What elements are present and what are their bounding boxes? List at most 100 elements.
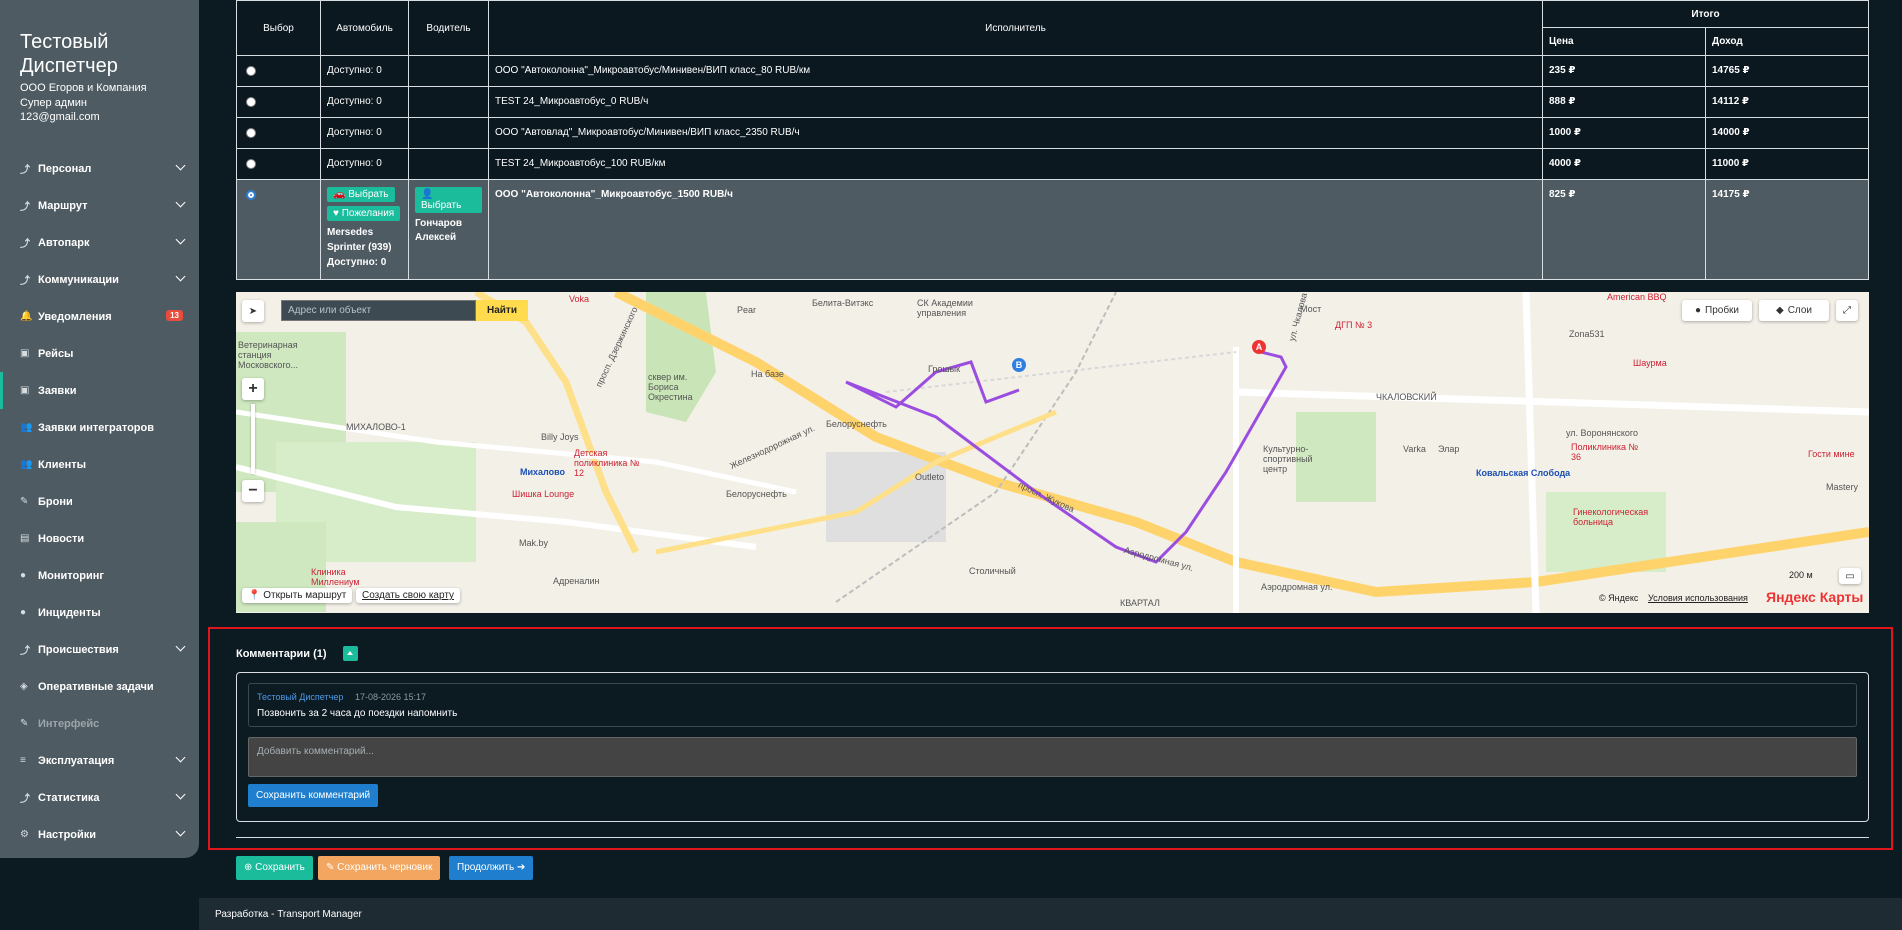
sidebar-item[interactable]: ⤴ Автопарк (0, 224, 199, 261)
sidebar-item[interactable]: ⤴ Маршрут (0, 187, 199, 224)
sidebar-item-label: Рейсы (38, 347, 74, 360)
map-copyright: © Яндекс (1599, 593, 1639, 603)
save-comment-button[interactable]: Сохранить комментарий (248, 784, 379, 807)
car-cell: 🚗 Выбрать ♥ Пожелания Mersedes Sprinter … (320, 179, 409, 280)
ruler-icon[interactable]: ▭ (1839, 568, 1861, 584)
zoom-slider[interactable] (251, 404, 255, 474)
sidebar-item[interactable]: 👥 Клиенты (0, 446, 199, 483)
layers-button[interactable]: ◆ Слои (1759, 300, 1829, 321)
table-row-selected[interactable]: 🚗 Выбрать ♥ Пожелания Mersedes Sprinter … (236, 179, 1869, 280)
driver-select-button[interactable]: 👤 Выбрать (415, 187, 482, 213)
footer-text: Разработка - Transport Manager (215, 909, 362, 920)
create-map-link[interactable]: Создать свою карту (356, 588, 461, 603)
marker-a[interactable]: A (1252, 340, 1266, 354)
sidebar-item[interactable]: 🔔 Уведомления 13 (0, 298, 199, 335)
income-cell: 11000 ₽ (1705, 148, 1869, 180)
open-route-button[interactable]: 📍 Открыть маршрут (242, 588, 353, 603)
map-label: ЧКАЛОВСКИЙ (1376, 392, 1437, 402)
sidebar-item[interactable]: ⤴ Персонал (0, 150, 199, 187)
map-label: Столичный (969, 566, 1016, 576)
map-terms-link[interactable]: Условия использования (1648, 593, 1748, 603)
map-label: Белита-Витэкс (812, 298, 874, 308)
car-select-button[interactable]: 🚗 Выбрать (327, 187, 395, 202)
continue-button[interactable]: Продолжить ➔ (449, 856, 534, 880)
car-wishes-button[interactable]: ♥ Пожелания (327, 206, 401, 221)
map-search-input[interactable]: Адрес или объект (281, 300, 476, 321)
comment-author[interactable]: Тестовый Диспетчер (257, 692, 343, 702)
locate-icon[interactable]: ➤ (242, 300, 264, 322)
map-label: На базе (751, 369, 784, 379)
sidebar-item[interactable]: ▤ Новости (0, 520, 199, 557)
traffic-button[interactable]: ● Пробки (1682, 300, 1752, 321)
table-row[interactable]: Доступно: 0 TEST 24_Микроавтобус_0 RUB/ч… (236, 86, 1869, 118)
driver-cell: 👤 Выбрать Гончаров Алексей (408, 179, 489, 280)
map-label: Михалово (520, 467, 566, 477)
car-name: Mersedes Sprinter (939) (327, 227, 392, 253)
comment-input[interactable]: Добавить комментарий... (248, 737, 1857, 777)
save-draft-button[interactable]: ✎ Сохранить черновик (318, 856, 441, 880)
driver-cell (408, 148, 489, 180)
sidebar-title: Тестовый Диспетчер (20, 31, 118, 77)
sidebar-item[interactable]: ▣ Рейсы (0, 335, 199, 372)
route-icon: ⤴ (20, 794, 30, 805)
row-radio-cell[interactable] (236, 148, 321, 180)
sidebar-item[interactable]: 👥 Заявки интеграторов (0, 409, 199, 446)
col-driver: Водитель (408, 0, 489, 56)
sidebar-item[interactable]: ◈ Оперативные задачи (0, 668, 199, 705)
map-label: Гинекологическая больница (1573, 507, 1649, 527)
row-radio[interactable] (246, 159, 256, 169)
row-radio-cell[interactable] (236, 179, 321, 280)
bell-icon: 🔔 (20, 311, 33, 322)
sidebar-item-label: Оперативные задачи (38, 680, 154, 693)
route-map[interactable]: A B Voka Белита-Витэкс СК Академии управ… (236, 292, 1869, 613)
bus-icon: ▣ (20, 385, 30, 396)
pin-icon: 📍 (248, 590, 261, 601)
park-area (1546, 492, 1666, 572)
bus-icon: ▣ (20, 348, 30, 359)
income-cell: 14765 ₽ (1705, 55, 1869, 87)
car-available: Доступно: 0 (327, 257, 387, 268)
col-executor: Исполнитель (488, 0, 1543, 56)
map-label: Mastery (1826, 482, 1859, 492)
users-icon: 👥 (20, 422, 33, 433)
save-button[interactable]: ⊕ Сохранить (236, 856, 313, 880)
row-radio[interactable] (246, 66, 256, 76)
marker-b[interactable]: B (1012, 358, 1026, 372)
zoom-out-button[interactable]: − (242, 480, 264, 502)
fullscreen-icon[interactable]: ⤢ (1836, 300, 1858, 321)
zoom-in-button[interactable]: + (242, 378, 264, 400)
map-label: Ковальская Слобода (1476, 468, 1571, 478)
sidebar-item[interactable]: ✎ Брони (0, 483, 199, 520)
map-label: Клиника Миллениум (311, 567, 360, 587)
row-radio[interactable] (246, 97, 256, 107)
map-label: ул. Воронянского (1566, 428, 1639, 438)
driver-cell (408, 86, 489, 118)
row-radio-selected[interactable] (246, 190, 256, 200)
sidebar-item[interactable]: ⤴ Происшествия (0, 631, 199, 668)
car-cell: Доступно: 0 (320, 86, 409, 118)
comments-box: Тестовый Диспетчер 17-08-2026 15:17 Позв… (236, 672, 1869, 822)
sidebar-item[interactable]: ✎ Интерфейс (0, 705, 199, 742)
map-label: Шаурма (1633, 358, 1667, 368)
row-radio-cell[interactable] (236, 117, 321, 149)
table-row[interactable]: Доступно: 0 ООО "Автоколонна"_Микроавтоб… (236, 55, 1869, 87)
sidebar-item[interactable]: ⚙ Настройки (0, 816, 199, 853)
table-row[interactable]: Доступно: 0 ООО "Автовлад"_Микроавтобус/… (236, 117, 1869, 149)
map-label: Pear (737, 305, 757, 315)
sidebar-item[interactable]: ⤴ Статистика (0, 779, 199, 816)
map-find-button[interactable]: Найти (476, 300, 528, 321)
income-cell: 14000 ₽ (1705, 117, 1869, 149)
sidebar-item[interactable]: ≡ Эксплуатация (0, 742, 199, 779)
layers-label: Слои (1787, 305, 1813, 316)
collapse-comments-button[interactable] (343, 646, 358, 661)
sidebar-item[interactable]: ● Мониторинг (0, 557, 199, 594)
user-role: Супер админ (20, 96, 88, 109)
row-radio-cell[interactable] (236, 86, 321, 118)
sidebar-item[interactable]: ● Инциденты (0, 594, 199, 631)
sidebar-item[interactable]: ▣ Заявки (0, 372, 199, 409)
map-label: Outleto (915, 472, 945, 482)
sidebar-item[interactable]: ⤴ Коммуникации (0, 261, 199, 298)
table-row[interactable]: Доступно: 0 TEST 24_Микроавтобус_100 RUB… (236, 148, 1869, 180)
row-radio[interactable] (246, 128, 256, 138)
row-radio-cell[interactable] (236, 55, 321, 87)
